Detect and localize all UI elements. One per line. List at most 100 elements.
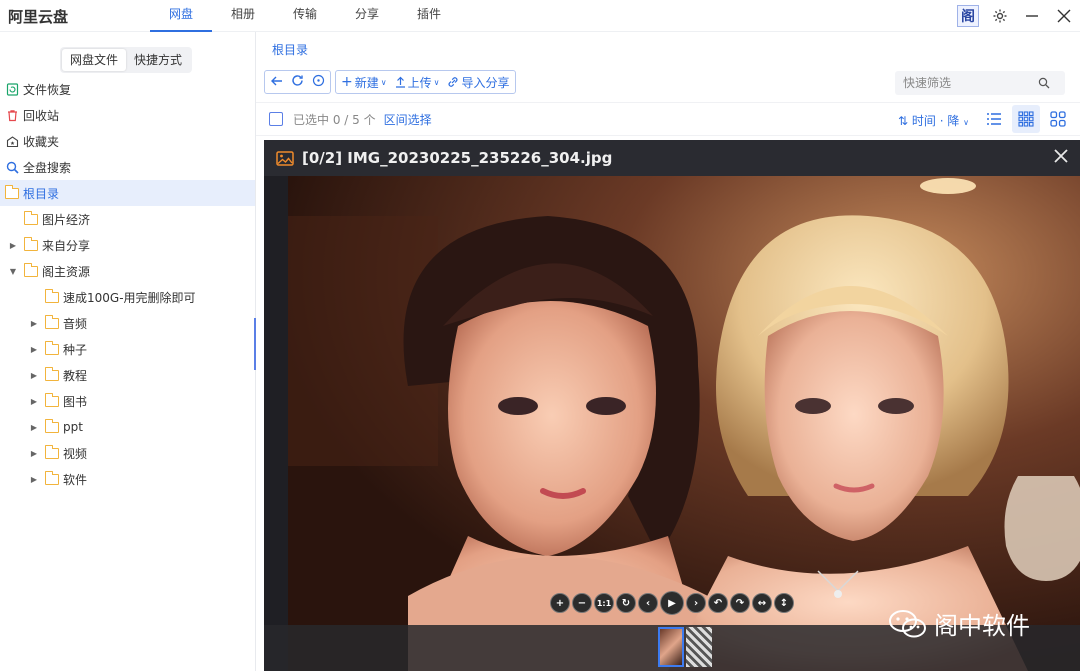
image-viewer: [0/2] IMG_20230225_235226_304.jpg + − 1:… [264, 140, 1080, 671]
next-image-button[interactable]: › [686, 593, 706, 613]
actual-size-button[interactable]: 1:1 [594, 593, 614, 613]
action-button-group: + 新建 ∨ 上传 ∨ 导入分享 [335, 70, 516, 94]
arrow-left-icon [271, 76, 282, 85]
new-button-label: 新建 [354, 75, 379, 90]
locate-button[interactable] [312, 74, 325, 90]
sidebar-nav: 文件恢复 回收站 收藏夹 全盘搜索 根目录 图片经济 ▶ 来自分享 ▼ 阁主资源… [0, 76, 255, 492]
sidebar-item-root[interactable]: 根目录 [0, 180, 255, 206]
image-icon [276, 150, 294, 166]
flip-horizontal-button[interactable]: ↔ [752, 593, 772, 613]
reset-button[interactable]: ↻ [616, 593, 636, 613]
flip-vertical-button[interactable]: ↕ [774, 593, 794, 613]
list-view-button[interactable] [980, 105, 1008, 133]
import-share-button[interactable]: 导入分享 [447, 74, 510, 91]
expand-arrow-icon[interactable]: ▶ [23, 397, 45, 406]
expand-arrow-icon[interactable]: ▶ [23, 475, 45, 484]
tree-item-owner-resources[interactable]: ▼ 阁主资源 [0, 258, 255, 284]
expand-arrow-icon[interactable]: ▶ [23, 319, 45, 328]
settings-button[interactable] [984, 0, 1016, 32]
sidebar-item-favorites[interactable]: 收藏夹 [0, 128, 255, 154]
collapse-arrow-icon[interactable]: ▼ [2, 267, 24, 276]
watermark: 阁中软件 [888, 606, 1030, 641]
expand-arrow-icon[interactable]: ▶ [23, 423, 45, 432]
new-button[interactable]: + 新建 ∨ [341, 74, 387, 91]
sidebar-item-file-restore[interactable]: 文件恢复 [0, 76, 255, 102]
slideshow-play-button[interactable]: ▶ [660, 591, 684, 615]
plus-icon: + [341, 74, 353, 90]
breadcrumb[interactable]: 根目录 [272, 41, 308, 58]
upload-icon [395, 76, 405, 88]
close-window-button[interactable] [1048, 0, 1080, 32]
folder-icon [45, 392, 59, 407]
expand-arrow-icon[interactable]: ▶ [23, 371, 45, 380]
tree-item-tutorials[interactable]: ▶ 教程 [0, 362, 255, 388]
list-view-icon [987, 113, 1001, 125]
menu-tab-share[interactable]: 分享 [336, 0, 398, 32]
sidebar-item-label: 根目录 [23, 186, 60, 201]
menu-tab-drive[interactable]: 网盘 [150, 0, 212, 32]
tree-item-books[interactable]: ▶ 图书 [0, 388, 255, 414]
viewer-title: [0/2] IMG_20230225_235226_304.jpg [302, 149, 613, 167]
refresh-button[interactable] [291, 74, 304, 90]
range-select-link[interactable]: 区间选择 [384, 111, 432, 128]
expand-arrow-icon[interactable]: ▶ [23, 345, 45, 354]
zoom-out-button[interactable]: − [572, 593, 592, 613]
folder-icon [45, 288, 59, 303]
select-all-checkbox[interactable] [269, 112, 283, 126]
user-logo[interactable]: 阁 [952, 0, 984, 32]
rotate-right-button[interactable]: ↷ [730, 593, 750, 613]
wechat-icon [889, 609, 926, 637]
tree-item-speed-100g[interactable]: 速成100G-用完删除即可 [0, 284, 255, 310]
large-grid-view-button[interactable] [1044, 105, 1072, 133]
expand-arrow-icon[interactable]: ▶ [2, 241, 24, 250]
back-button[interactable] [270, 75, 283, 90]
previous-image-button[interactable]: ‹ [638, 593, 658, 613]
tree-item-videos[interactable]: ▶ 视频 [0, 440, 255, 466]
title-bar: 阿里云盘 网盘 相册 传输 分享 插件 阁 [0, 0, 1080, 32]
tree-item-audio[interactable]: ▶ 音频 [0, 310, 255, 336]
thumbnail-item[interactable] [658, 627, 684, 667]
grid-view-button[interactable] [1012, 105, 1040, 133]
link-icon [449, 77, 458, 87]
tree-item-from-share[interactable]: ▶ 来自分享 [0, 232, 255, 258]
sidebar-item-trash[interactable]: 回收站 [0, 102, 255, 128]
tree-item-label: 种子 [63, 342, 88, 357]
folder-icon [45, 418, 59, 433]
tab-shortcuts[interactable]: 快捷方式 [126, 49, 190, 71]
quick-filter-input[interactable] [903, 76, 1038, 90]
tree-item-software[interactable]: ▶ 软件 [0, 466, 255, 492]
upload-button[interactable]: 上传 ∨ [395, 74, 439, 91]
gear-icon [993, 9, 1007, 23]
window-controls: 阁 [952, 0, 1080, 32]
minimize-button[interactable] [1016, 0, 1048, 32]
zoom-in-button[interactable]: + [550, 593, 570, 613]
tree-item-label: 音频 [63, 316, 88, 331]
rotate-left-button[interactable]: ↶ [708, 593, 728, 613]
tab-drive-files[interactable]: 网盘文件 [62, 49, 127, 71]
menu-tab-transfer[interactable]: 传输 [274, 0, 336, 32]
sidebar-item-global-search[interactable]: 全盘搜索 [0, 154, 255, 180]
folder-icon [24, 262, 38, 277]
target-icon [312, 74, 325, 87]
sidebar: 网盘文件 快捷方式 文件恢复 回收站 收藏夹 全盘搜索 根目录 图片经济 ▶ 来… [0, 32, 257, 671]
toolbar: + 新建 ∨ 上传 ∨ 导入分享 [264, 70, 516, 94]
refresh-icon [292, 75, 303, 86]
grid-view-icon [1018, 111, 1034, 127]
tree-item-torrents[interactable]: ▶ 种子 [0, 336, 255, 362]
menu-tab-plugins[interactable]: 插件 [398, 0, 460, 32]
search-icon[interactable] [1038, 77, 1050, 89]
favorites-icon [5, 134, 19, 148]
upload-button-label: 上传 [407, 75, 432, 90]
tree-item-label: 来自分享 [42, 238, 91, 253]
expand-arrow-icon[interactable]: ▶ [23, 449, 45, 458]
sidebar-item-label: 文件恢复 [23, 82, 72, 97]
viewer-close-button[interactable] [1052, 147, 1070, 168]
folder-icon [45, 444, 59, 459]
close-icon [1054, 149, 1068, 163]
thumbnail-item[interactable] [686, 627, 712, 667]
folder-icon [45, 470, 59, 485]
tree-item-image-economy[interactable]: 图片经济 [0, 206, 255, 232]
tree-item-ppt[interactable]: ▶ ppt [0, 414, 255, 440]
sort-dropdown[interactable]: ⇅ 时间 · 降 ∨ [898, 112, 969, 129]
menu-tab-album[interactable]: 相册 [212, 0, 274, 32]
